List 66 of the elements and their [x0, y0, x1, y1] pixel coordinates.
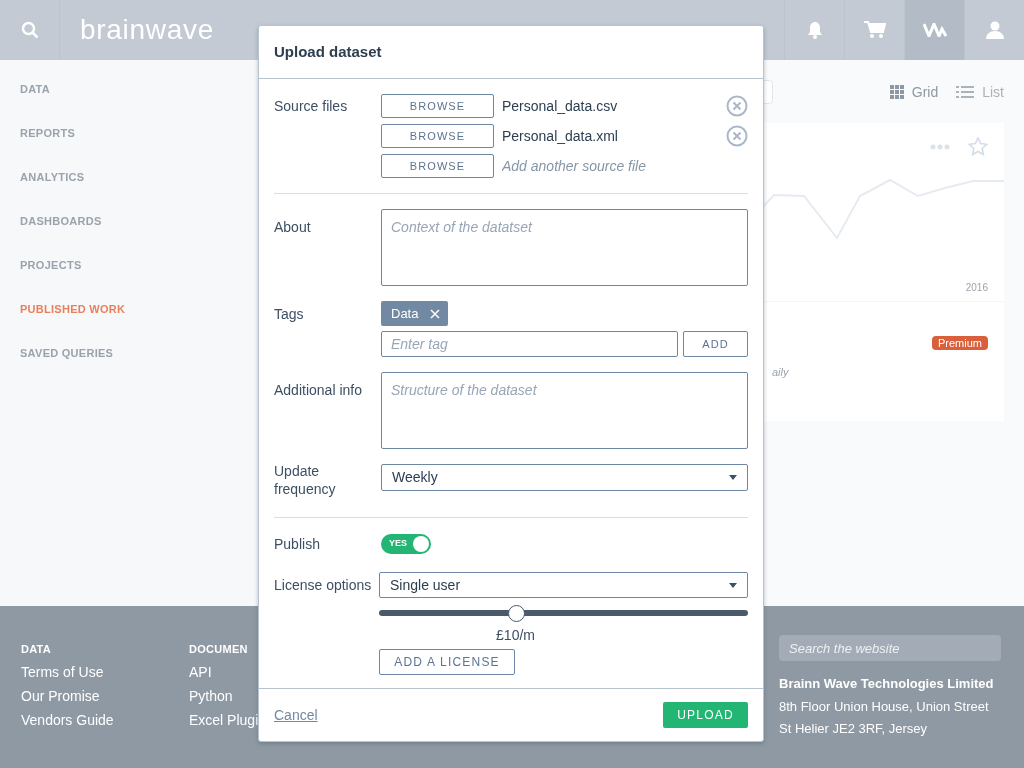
- toggle-knob: [413, 536, 429, 552]
- premium-badge: Premium: [932, 336, 988, 350]
- frequency-select[interactable]: Weekly: [381, 464, 748, 491]
- field-label: Additional info: [274, 381, 363, 400]
- slider-thumb[interactable]: [507, 605, 525, 622]
- sidebar-item[interactable]: ANALYTICS: [20, 171, 258, 184]
- footer-heading: DATA: [21, 642, 53, 656]
- caret-icon: [729, 475, 737, 480]
- remove-icon[interactable]: [726, 95, 748, 117]
- publish-toggle[interactable]: YES: [381, 534, 431, 554]
- sidebar-item[interactable]: SAVED QUERIES: [20, 347, 258, 360]
- browse-button[interactable]: BROWSE: [381, 94, 494, 118]
- star-icon[interactable]: [968, 137, 988, 156]
- sidebar-item[interactable]: DATA: [20, 83, 258, 96]
- field-label: License options: [274, 576, 373, 595]
- sidebar-item[interactable]: DASHBOARDS: [20, 215, 258, 228]
- axis-label: 2016: [965, 281, 988, 295]
- close-icon[interactable]: [430, 308, 441, 319]
- file-name: Personal_data.csv: [502, 96, 618, 116]
- price-reading: £10/m: [496, 626, 535, 645]
- view-tab[interactable]: Grid: [889, 81, 939, 103]
- source-file-field[interactable]: Add another source file: [502, 155, 702, 177]
- user-icon: [985, 21, 1004, 39]
- price-slider[interactable]: [379, 604, 748, 622]
- footer-heading: DOCUMEN: [189, 642, 249, 656]
- cancel-link[interactable]: Cancel: [274, 704, 318, 726]
- wave-logo-icon: [922, 23, 947, 37]
- dialog-title: Upload dataset: [274, 41, 382, 62]
- grid-icon: [889, 85, 904, 99]
- sidebar-item[interactable]: REPORTS: [20, 127, 258, 140]
- add-tag-button[interactable]: ADD: [683, 331, 748, 357]
- add-license-button[interactable]: ADD A LICENSE: [379, 649, 515, 675]
- search-icon: [20, 21, 39, 39]
- remove-icon[interactable]: [726, 125, 748, 147]
- frequency-text: aily: [772, 365, 790, 380]
- bell-icon: [806, 21, 823, 39]
- footer-link[interactable]: Terms of Use: [21, 664, 189, 680]
- field-label: Tags: [274, 305, 305, 324]
- list-icon: [956, 85, 975, 99]
- field-label: Source files: [274, 97, 349, 116]
- footer-link[interactable]: Vendors Guide: [21, 712, 189, 728]
- logo[interactable]: brainwave: [80, 9, 214, 51]
- about-field[interactable]: Context of the datatset: [381, 209, 748, 286]
- browse-button[interactable]: BROWSE: [381, 154, 494, 178]
- footer-link[interactable]: Our Promise: [21, 688, 189, 704]
- address-line: 8th Floor Union House, Union Street: [779, 697, 990, 716]
- field-label: About: [274, 218, 312, 237]
- cart-icon: [863, 21, 886, 39]
- file-name: Personal_data.xml: [502, 126, 618, 146]
- tag-chip: Data: [381, 301, 449, 326]
- sidebar-item[interactable]: PUBLISHED WORK: [20, 303, 258, 316]
- sidebar-item[interactable]: PROJECTS: [20, 259, 258, 272]
- field-label: Publish: [274, 535, 321, 553]
- tag-input[interactable]: Enter tag: [381, 331, 678, 357]
- workspace-button[interactable]: [904, 0, 964, 60]
- license-select[interactable]: Single user: [379, 572, 748, 598]
- field-label: Update frequency: [274, 462, 337, 498]
- view-tab[interactable]: List: [956, 81, 1004, 103]
- browse-button[interactable]: BROWSE: [381, 124, 494, 148]
- company-name: Brainn Wave Technologies Limited: [779, 675, 995, 693]
- more-icon[interactable]: [930, 143, 950, 150]
- caret-icon: [729, 582, 737, 588]
- address-line: St Helier JE2 3RF, Jersey: [779, 720, 929, 738]
- additional-info-field[interactable]: Structure of the dataset: [381, 372, 748, 449]
- site-search-field[interactable]: Search the website: [779, 635, 1001, 661]
- upload-button[interactable]: UPLOAD: [663, 702, 748, 728]
